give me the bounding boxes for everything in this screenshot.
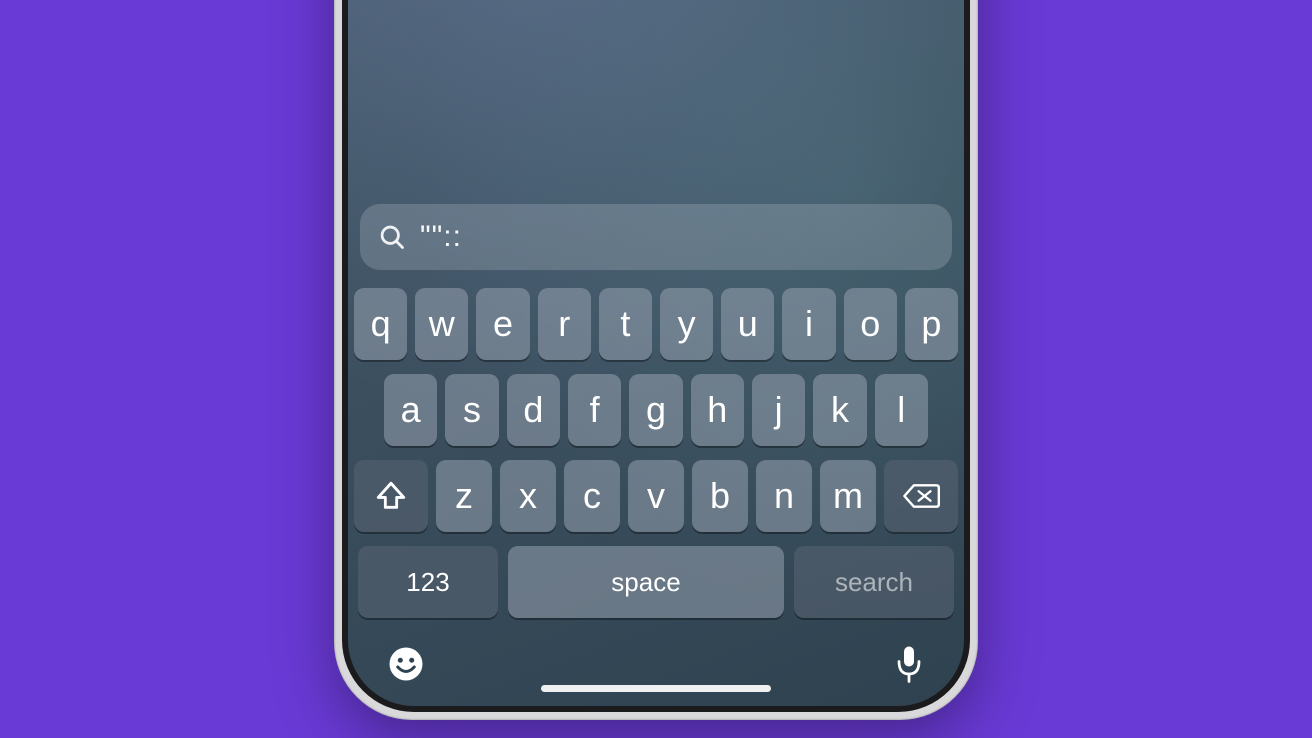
key-search-label: search xyxy=(835,567,913,598)
key-z[interactable]: z xyxy=(436,460,492,532)
keyboard-row-3: z x c v b n m xyxy=(354,460,958,532)
key-y[interactable]: y xyxy=(660,288,713,360)
key-backspace[interactable] xyxy=(884,460,958,532)
keyboard: q w e r t y u i o p a s d f g h xyxy=(348,288,964,630)
key-s[interactable]: s xyxy=(445,374,498,446)
key-g[interactable]: g xyxy=(629,374,682,446)
key-u[interactable]: u xyxy=(721,288,774,360)
home-indicator[interactable] xyxy=(541,685,771,692)
keyboard-row-1: q w e r t y u i o p xyxy=(354,288,958,360)
key-space[interactable]: space xyxy=(508,546,784,618)
key-numeric-label: 123 xyxy=(406,567,449,598)
key-search[interactable]: search xyxy=(794,546,954,618)
key-v[interactable]: v xyxy=(628,460,684,532)
key-w[interactable]: w xyxy=(415,288,468,360)
key-c[interactable]: c xyxy=(564,460,620,532)
keyboard-row-4: 123 space search xyxy=(354,546,958,618)
key-shift[interactable] xyxy=(354,460,428,532)
keyboard-bottom-bar xyxy=(348,630,964,706)
search-input-value[interactable]: "":: xyxy=(420,220,462,254)
key-d[interactable]: d xyxy=(507,374,560,446)
key-o[interactable]: o xyxy=(844,288,897,360)
key-j[interactable]: j xyxy=(752,374,805,446)
phone-screen: "":: q w e r t y u i o p a s xyxy=(348,0,964,706)
key-q[interactable]: q xyxy=(354,288,407,360)
key-h[interactable]: h xyxy=(691,374,744,446)
key-f[interactable]: f xyxy=(568,374,621,446)
key-x[interactable]: x xyxy=(500,460,556,532)
shift-icon xyxy=(374,479,408,513)
keyboard-row-2: a s d f g h j k l xyxy=(354,374,958,446)
emoji-icon[interactable] xyxy=(388,646,424,682)
key-m[interactable]: m xyxy=(820,460,876,532)
key-e[interactable]: e xyxy=(476,288,529,360)
key-p[interactable]: p xyxy=(905,288,958,360)
key-t[interactable]: t xyxy=(599,288,652,360)
key-space-label: space xyxy=(611,567,680,598)
key-k[interactable]: k xyxy=(813,374,866,446)
phone-frame: "":: q w e r t y u i o p a s xyxy=(334,0,978,720)
key-b[interactable]: b xyxy=(692,460,748,532)
search-icon xyxy=(378,223,406,251)
key-i[interactable]: i xyxy=(782,288,835,360)
phone-bezel: "":: q w e r t y u i o p a s xyxy=(342,0,970,712)
spotlight-search-bar[interactable]: "":: xyxy=(360,204,952,270)
key-n[interactable]: n xyxy=(756,460,812,532)
backspace-icon xyxy=(902,481,940,511)
key-a[interactable]: a xyxy=(384,374,437,446)
key-l[interactable]: l xyxy=(875,374,928,446)
key-numeric[interactable]: 123 xyxy=(358,546,498,618)
dictation-icon[interactable] xyxy=(894,644,924,684)
key-r[interactable]: r xyxy=(538,288,591,360)
